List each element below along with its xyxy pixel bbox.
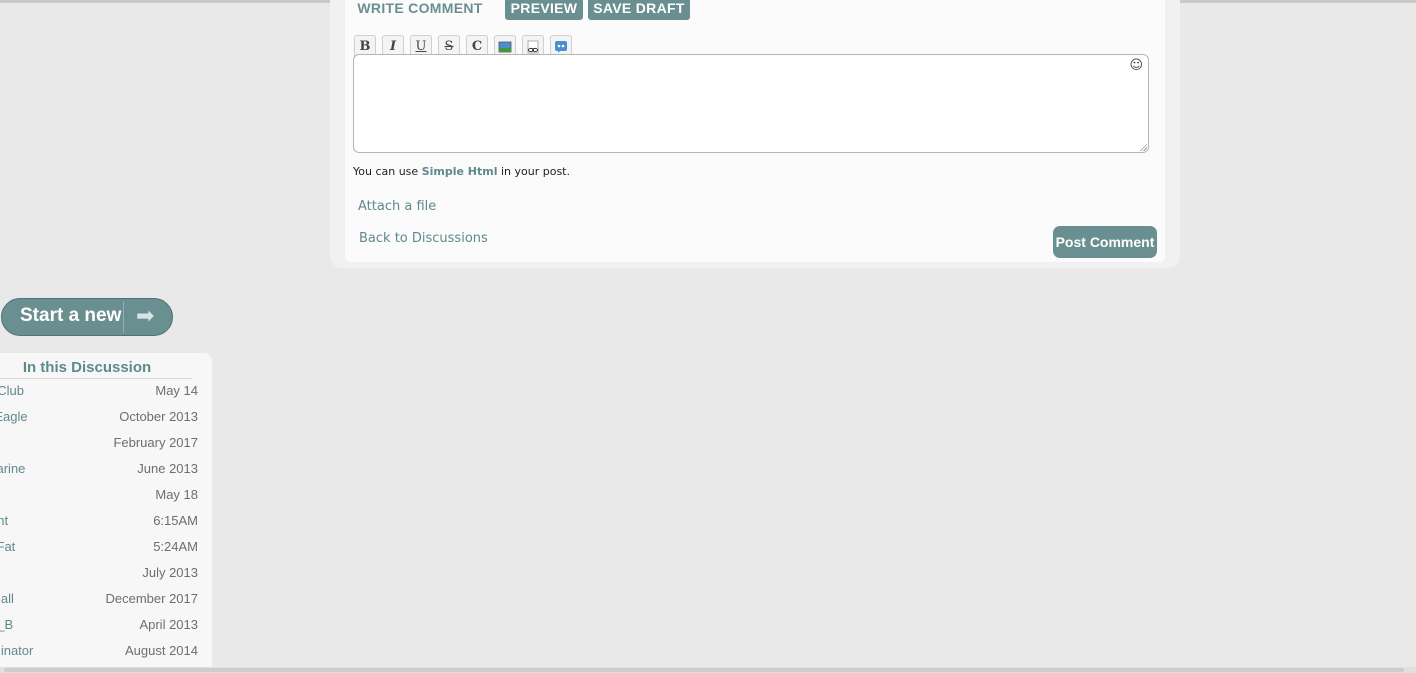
participant-row: May 18: [0, 487, 198, 513]
participant-name[interactable]: _Club: [0, 383, 100, 398]
participant-name[interactable]: n_B: [0, 617, 100, 632]
underline-icon: U: [415, 39, 427, 54]
bold-icon: B: [359, 39, 371, 54]
participant-row: n_B April 2013: [0, 617, 198, 643]
tab-preview[interactable]: Preview: [505, 0, 583, 20]
strikethrough-icon: S: [444, 39, 454, 54]
participant-date: August 2014: [124, 643, 198, 658]
start-discussion-label: Start a new: [20, 305, 122, 326]
comment-panel: Write Comment Preview Save Draft B I U S…: [330, 0, 1180, 268]
emoji-icon[interactable]: ☺: [1129, 58, 1143, 73]
quote-icon: [555, 41, 567, 53]
arrow-right-icon: ➡: [136, 304, 155, 329]
participant-name[interactable]: nnt: [0, 513, 100, 528]
post-comment-button[interactable]: Post Comment: [1053, 226, 1157, 258]
participant-name[interactable]: thall: [0, 591, 100, 606]
participant-row: S February 2017: [0, 435, 198, 461]
participant-name[interactable]: -Eagle: [0, 409, 100, 424]
start-discussion-button[interactable]: Start a new ➡: [1, 298, 173, 336]
help-suffix: in your post.: [497, 165, 570, 178]
image-icon: [498, 41, 512, 53]
participant-name[interactable]: varine: [0, 461, 100, 476]
in-this-discussion-panel: In this Discussion _Club May 14 -Eagle O…: [0, 353, 212, 673]
participant-date: June 2013: [137, 461, 198, 476]
participant-date: May 18: [155, 487, 198, 502]
participant-name[interactable]: S: [0, 435, 100, 450]
participant-date: 5:24AM: [153, 539, 198, 554]
panel-title: In this Discussion: [22, 359, 152, 376]
participant-date: February 2017: [113, 435, 198, 450]
participant-row: minator August 2014: [0, 643, 198, 669]
participant-date: December 2017: [105, 591, 199, 606]
participant-row: July 2013: [0, 565, 198, 591]
html-help-text: You can use Simple Html in your post.: [353, 165, 570, 178]
participant-name[interactable]: yFat: [0, 539, 100, 554]
help-prefix: You can use: [353, 165, 422, 178]
participant-row: _Club May 14: [0, 383, 198, 409]
code-icon: C: [471, 39, 483, 54]
horizontal-scrollbar[interactable]: [0, 667, 1416, 673]
button-divider: [123, 301, 124, 333]
link-icon: [527, 40, 539, 54]
participant-row: varine June 2013: [0, 461, 198, 487]
divider: [0, 378, 192, 379]
comment-textarea[interactable]: ☺: [353, 54, 1149, 153]
comment-form: Write Comment Preview Save Draft B I U S…: [345, 0, 1165, 262]
participant-row: nnt 6:15AM: [0, 513, 198, 539]
participant-date: May 14: [155, 383, 198, 398]
participant-name[interactable]: minator: [0, 643, 100, 658]
participant-row: -Eagle October 2013: [0, 409, 198, 435]
simple-html-link[interactable]: Simple Html: [422, 165, 498, 178]
participant-date: April 2013: [139, 617, 198, 632]
participant-date: 6:15AM: [153, 513, 198, 528]
participant-date: July 2013: [142, 565, 198, 580]
resize-handle[interactable]: [1139, 143, 1147, 151]
participant-row: thall December 2017: [0, 591, 198, 617]
back-to-discussions-link[interactable]: Back to Discussions: [359, 231, 488, 246]
participant-date: October 2013: [119, 409, 198, 424]
tab-write-comment[interactable]: Write Comment: [355, 0, 485, 20]
attach-file-link[interactable]: Attach a file: [358, 199, 436, 214]
scrollbar-thumb[interactable]: [4, 668, 1404, 672]
save-draft-button[interactable]: Save Draft: [588, 0, 690, 20]
participant-row: yFat 5:24AM: [0, 539, 198, 565]
italic-icon: I: [389, 39, 397, 54]
